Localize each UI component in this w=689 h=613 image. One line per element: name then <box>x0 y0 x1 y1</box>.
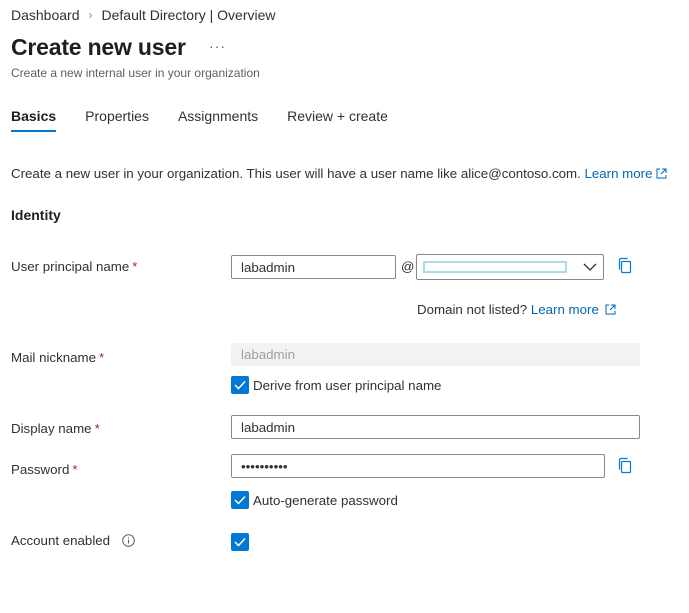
domain-hint-text: Domain not listed? <box>417 302 528 317</box>
checkmark-icon <box>234 495 246 505</box>
display-label-text: Display name <box>11 421 92 436</box>
upn-input[interactable]: labadmin <box>231 255 396 279</box>
derive-checkbox[interactable] <box>231 376 249 394</box>
tab-assignments[interactable]: Assignments <box>178 108 258 132</box>
external-link-icon <box>605 304 616 315</box>
upn-label-text: User principal name <box>11 259 130 274</box>
intro-text: Create a new user in your organization. … <box>11 166 667 181</box>
domain-learn-more-label: Learn more <box>530 302 599 317</box>
auto-generate-label: Auto-generate password <box>253 493 398 508</box>
intro-description: Create a new user in your organization. … <box>11 166 581 181</box>
required-marker: * <box>132 259 138 274</box>
copy-upn-icon[interactable] <box>617 257 633 275</box>
required-marker: * <box>72 462 78 477</box>
display-name-input[interactable]: labadmin <box>231 415 640 439</box>
tab-review-create[interactable]: Review + create <box>287 108 388 132</box>
mail-nickname-input: labadmin <box>231 343 640 366</box>
identity-heading: Identity <box>11 207 61 223</box>
password-input[interactable]: •••••••••• <box>231 454 605 478</box>
page-subtitle: Create a new internal user in your organ… <box>11 66 260 80</box>
chevron-right-icon: › <box>88 8 93 22</box>
tab-basics[interactable]: Basics <box>11 108 57 132</box>
copy-password-icon[interactable] <box>617 457 633 475</box>
tab-properties[interactable]: Properties <box>85 108 149 132</box>
upn-value: labadmin <box>241 259 295 275</box>
derive-label: Derive from user principal name <box>253 378 442 393</box>
display-label: Display name * <box>11 421 100 436</box>
checkmark-icon <box>234 537 246 547</box>
display-value: labadmin <box>241 419 295 435</box>
at-symbol: @ <box>401 259 415 274</box>
password-value: •••••••••• <box>241 458 288 474</box>
learn-more-link[interactable]: Learn more <box>584 166 667 181</box>
mail-label: Mail nickname * <box>11 350 104 365</box>
redacted-domain <box>423 261 567 273</box>
breadcrumb: Dashboard › Default Directory | Overview <box>11 7 276 23</box>
domain-learn-more-link[interactable]: Learn more <box>531 302 616 317</box>
account-enabled-checkbox[interactable] <box>231 533 249 551</box>
breadcrumb-current[interactable]: Default Directory | Overview <box>102 7 276 23</box>
required-marker: * <box>98 350 105 365</box>
mail-value: labadmin <box>241 347 295 362</box>
auto-generate-checkbox[interactable] <box>231 491 249 509</box>
account-label-text: Account enabled <box>11 533 111 548</box>
password-label-text: Password <box>11 462 70 477</box>
breadcrumb-dashboard[interactable]: Dashboard <box>11 7 80 23</box>
learn-more-label: Learn more <box>584 166 653 181</box>
upn-label: User principal name * <box>11 259 137 274</box>
info-icon[interactable] <box>121 534 135 547</box>
required-marker: * <box>94 421 100 436</box>
checkmark-icon <box>234 380 246 390</box>
account-label: Account enabled <box>11 533 135 548</box>
domain-hint: Domain not listed? Learn more <box>417 302 616 317</box>
password-label: Password * <box>11 462 78 477</box>
tab-list: Basics Properties Assignments Review + c… <box>11 108 417 132</box>
page-title: Create new user <box>11 34 186 60</box>
more-options-icon[interactable]: ··· <box>209 38 226 54</box>
external-link-icon <box>656 168 667 179</box>
mail-label-text: Mail nickname <box>11 350 96 365</box>
domain-dropdown[interactable] <box>416 254 604 280</box>
chevron-down-icon <box>583 263 597 271</box>
